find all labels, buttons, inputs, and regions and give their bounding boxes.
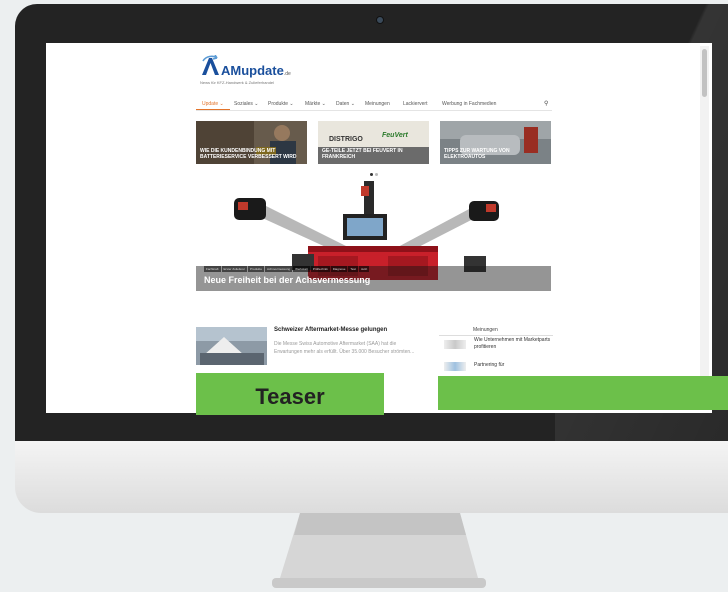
nav-active-indicator <box>196 109 230 110</box>
article-excerpt: Die Messe Swiss Automotive Aftermarket (… <box>274 341 415 355</box>
tag[interactable]: Fachkraft <box>204 266 221 272</box>
article-image <box>196 327 267 365</box>
nav-item-werbung[interactable]: Werbung in Fachmedien <box>442 101 496 107</box>
article-title[interactable]: Schweizer Aftermarket-Messe gelungen <box>274 327 387 333</box>
sidebar-heading: Meinungen <box>439 327 553 336</box>
teaser-overlay: Teaser <box>196 373 384 415</box>
featured-card-ev[interactable]: Tipps zur Wartung von Elektroautos <box>440 121 551 164</box>
nav-item-produkte[interactable]: Produkte ⌄ <box>268 101 294 107</box>
nav-item-meinungen[interactable]: Meinungen <box>365 101 390 107</box>
green-overlay-bar <box>438 376 728 410</box>
slider-title[interactable]: Neue Freiheit bei der Achsvermessung <box>204 275 370 285</box>
feuvert-logo: FeuVert <box>382 132 408 139</box>
sidebar-item-text[interactable]: Wie Unternehmen mit Marketparts profitie… <box>474 337 554 351</box>
sidebar-heading-label: Meinungen <box>473 327 498 333</box>
tag[interactable]: Werkstatt <box>293 266 310 272</box>
search-icon[interactable]: ⚲ <box>544 100 548 107</box>
article-thumbnail[interactable] <box>196 327 267 365</box>
monitor-chin <box>15 441 728 513</box>
hero-slider[interactable]: Fachkraft Erster Zulieferer Produkte Achsve… <box>196 176 551 291</box>
logo-arrow-icon <box>202 55 219 75</box>
featured-title: Tipps zur Wartung von Elektroautos <box>444 148 510 160</box>
site-tagline: News für KFZ-Handwerk & Zulieferhandel <box>200 80 275 85</box>
distrigo-logo: DISTRIGO <box>329 136 363 143</box>
featured-card-feuvert[interactable]: DISTRIGO FeuVert Ge-Teile jetzt bei Feuv… <box>318 121 429 164</box>
featured-title: Wie die Kundenbindung mit Batterieservic… <box>200 148 297 160</box>
main-navigation: Update ⌄ Soziales ⌄ Produkte ⌄ Märkte ⌄ … <box>196 98 552 111</box>
tag[interactable]: Test <box>348 266 358 272</box>
slider-tags: Fachkraft Erster Zulieferer Produkte Achsve… <box>204 266 370 272</box>
nav-item-lackiervert[interactable]: Lackiervert <box>403 101 427 107</box>
nav-item-soziales[interactable]: Soziales ⌄ <box>234 101 258 107</box>
slider-image <box>196 176 551 291</box>
tag[interactable]: Achsvermessung <box>265 266 293 272</box>
nav-item-update[interactable]: Update ⌄ <box>202 101 224 107</box>
tag[interactable]: Prüftechnik <box>310 266 330 272</box>
scrollbar-thumb[interactable] <box>702 49 707 97</box>
scrollbar[interactable] <box>700 46 709 410</box>
logo-text: AMupdate.de <box>221 63 291 78</box>
sidebar-thumbnail[interactable] <box>444 362 466 371</box>
tag[interactable]: Diagnose <box>330 266 348 272</box>
tag[interactable]: Jetzt <box>358 266 370 272</box>
tag[interactable]: Produkte <box>248 266 265 272</box>
sidebar-item-text[interactable]: Partnering für <box>474 362 554 369</box>
webcam-icon <box>376 16 384 24</box>
sidebar-thumbnail[interactable] <box>444 340 466 349</box>
teaser-label: Teaser <box>255 384 325 409</box>
nav-item-maerkte[interactable]: Märkte ⌄ <box>305 101 326 107</box>
browser-screen: AMupdate.de News für KFZ-Handwerk & Zuli… <box>46 43 712 413</box>
tag[interactable]: Erster Zulieferer <box>221 266 248 272</box>
nav-item-daten[interactable]: Daten ⌄ <box>336 101 355 107</box>
featured-card-battery[interactable]: Wie die Kundenbindung mit Batterieservic… <box>196 121 307 164</box>
featured-title: Ge-Teile jetzt bei Feuvert in Frankreich <box>322 148 403 160</box>
